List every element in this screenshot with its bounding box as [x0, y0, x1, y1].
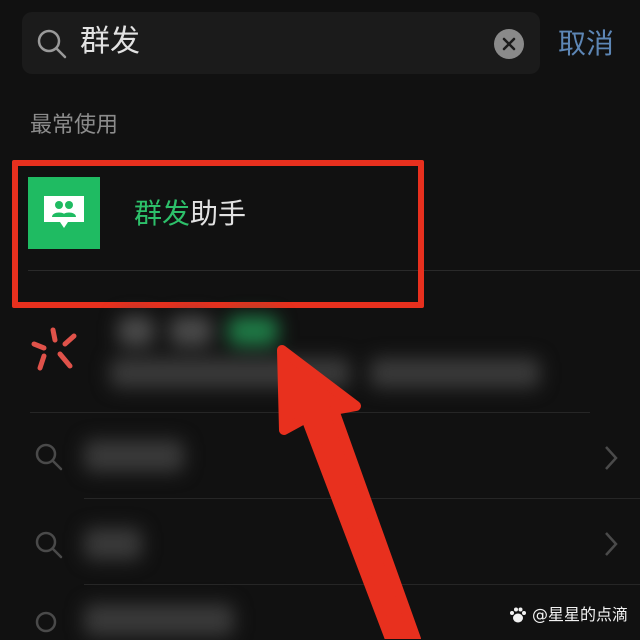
annotation-arrow [277, 345, 421, 639]
watermark: @星星的点滴 [508, 604, 628, 626]
paw-icon [510, 607, 526, 623]
watermark-text: @星星的点滴 [532, 605, 629, 624]
